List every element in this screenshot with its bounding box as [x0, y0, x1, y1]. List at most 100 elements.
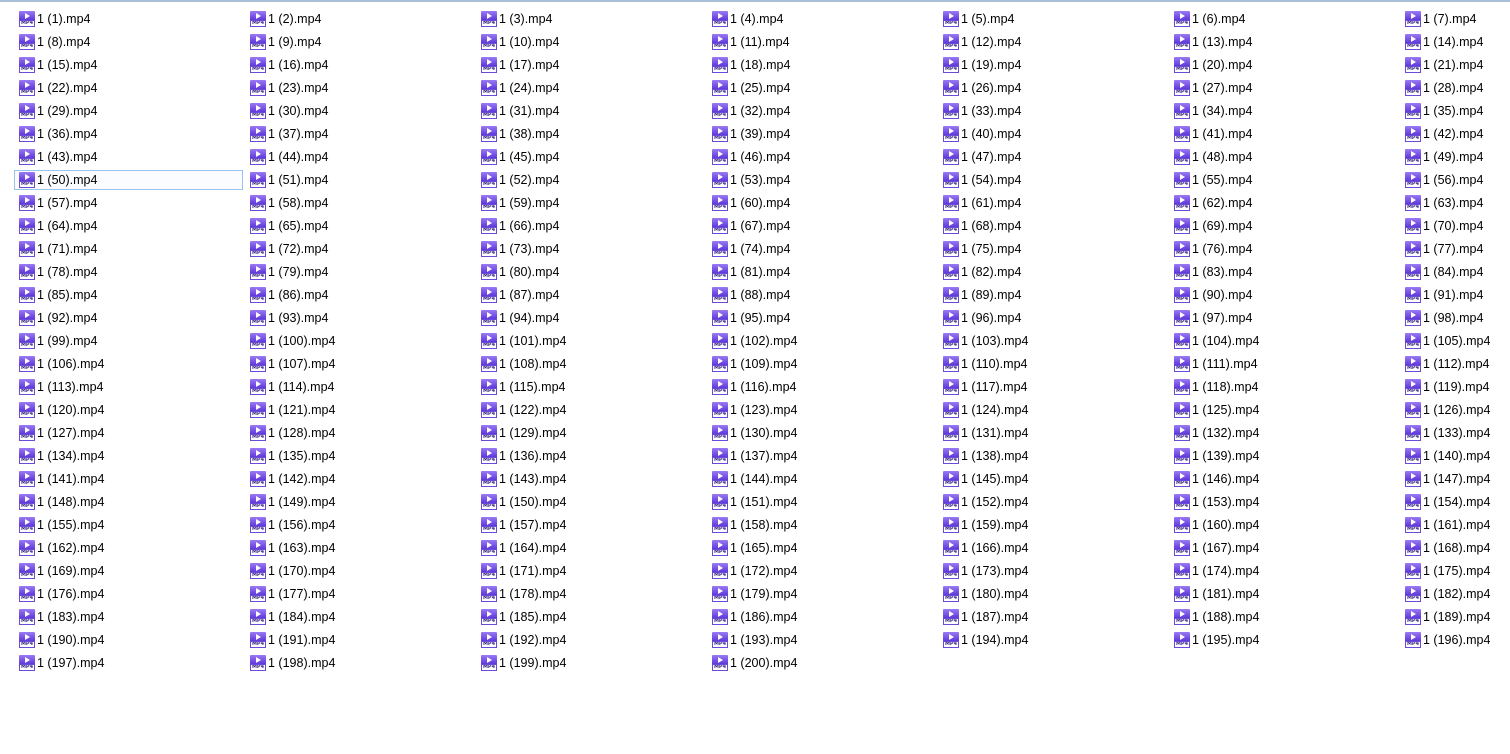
- file-item[interactable]: MP4 1 (109).mp4: [707, 354, 936, 374]
- file-item[interactable]: MP4 1 (133).mp4: [1400, 423, 1510, 443]
- file-item[interactable]: MP4 1 (41).mp4: [1169, 124, 1398, 144]
- file-item[interactable]: MP4 1 (79).mp4: [245, 262, 474, 282]
- file-item[interactable]: MP4 1 (82).mp4: [938, 262, 1167, 282]
- file-item[interactable]: MP4 1 (137).mp4: [707, 446, 936, 466]
- file-item[interactable]: MP4 1 (156).mp4: [245, 515, 474, 535]
- file-item[interactable]: MP4 1 (81).mp4: [707, 262, 936, 282]
- file-item[interactable]: MP4 1 (112).mp4: [1400, 354, 1510, 374]
- file-item[interactable]: MP4 1 (118).mp4: [1169, 377, 1398, 397]
- file-item[interactable]: MP4 1 (67).mp4: [707, 216, 936, 236]
- file-item[interactable]: MP4 1 (19).mp4: [938, 55, 1167, 75]
- file-item[interactable]: MP4 1 (131).mp4: [938, 423, 1167, 443]
- file-item[interactable]: MP4 1 (111).mp4: [1169, 354, 1398, 374]
- file-item[interactable]: MP4 1 (24).mp4: [476, 78, 705, 98]
- file-item[interactable]: MP4 1 (200).mp4: [707, 653, 936, 673]
- file-item[interactable]: MP4 1 (57).mp4: [14, 193, 243, 213]
- file-item[interactable]: MP4 1 (171).mp4: [476, 561, 705, 581]
- file-item[interactable]: MP4 1 (66).mp4: [476, 216, 705, 236]
- file-item[interactable]: MP4 1 (179).mp4: [707, 584, 936, 604]
- file-item[interactable]: MP4 1 (46).mp4: [707, 147, 936, 167]
- file-item[interactable]: MP4 1 (88).mp4: [707, 285, 936, 305]
- file-item[interactable]: MP4 1 (168).mp4: [1400, 538, 1510, 558]
- file-item[interactable]: MP4 1 (121).mp4: [245, 400, 474, 420]
- file-item[interactable]: MP4 1 (114).mp4: [245, 377, 474, 397]
- file-item[interactable]: MP4 1 (160).mp4: [1169, 515, 1398, 535]
- file-item[interactable]: MP4 1 (113).mp4: [14, 377, 243, 397]
- file-item[interactable]: MP4 1 (173).mp4: [938, 561, 1167, 581]
- file-item[interactable]: MP4 1 (85).mp4: [14, 285, 243, 305]
- file-item[interactable]: MP4 1 (45).mp4: [476, 147, 705, 167]
- file-item[interactable]: MP4 1 (48).mp4: [1169, 147, 1398, 167]
- file-item[interactable]: MP4 1 (53).mp4: [707, 170, 936, 190]
- file-item[interactable]: MP4 1 (36).mp4: [14, 124, 243, 144]
- file-item[interactable]: MP4 1 (174).mp4: [1169, 561, 1398, 581]
- file-item[interactable]: MP4 1 (80).mp4: [476, 262, 705, 282]
- file-item[interactable]: MP4 1 (150).mp4: [476, 492, 705, 512]
- file-item[interactable]: MP4 1 (35).mp4: [1400, 101, 1510, 121]
- file-item[interactable]: MP4 1 (40).mp4: [938, 124, 1167, 144]
- file-item[interactable]: MP4 1 (140).mp4: [1400, 446, 1510, 466]
- file-item[interactable]: MP4 1 (196).mp4: [1400, 630, 1510, 650]
- file-item[interactable]: MP4 1 (167).mp4: [1169, 538, 1398, 558]
- file-item[interactable]: MP4 1 (165).mp4: [707, 538, 936, 558]
- file-item[interactable]: MP4 1 (50).mp4: [14, 170, 243, 190]
- file-item[interactable]: MP4 1 (143).mp4: [476, 469, 705, 489]
- file-item[interactable]: MP4 1 (51).mp4: [245, 170, 474, 190]
- file-item[interactable]: MP4 1 (107).mp4: [245, 354, 474, 374]
- file-item[interactable]: MP4 1 (142).mp4: [245, 469, 474, 489]
- file-item[interactable]: MP4 1 (115).mp4: [476, 377, 705, 397]
- file-item[interactable]: MP4 1 (13).mp4: [1169, 32, 1398, 52]
- file-item[interactable]: MP4 1 (189).mp4: [1400, 607, 1510, 627]
- file-item[interactable]: MP4 1 (187).mp4: [938, 607, 1167, 627]
- file-item[interactable]: MP4 1 (144).mp4: [707, 469, 936, 489]
- file-item[interactable]: MP4 1 (89).mp4: [938, 285, 1167, 305]
- file-item[interactable]: MP4 1 (93).mp4: [245, 308, 474, 328]
- file-item[interactable]: MP4 1 (72).mp4: [245, 239, 474, 259]
- file-item[interactable]: MP4 1 (157).mp4: [476, 515, 705, 535]
- file-item[interactable]: MP4 1 (28).mp4: [1400, 78, 1510, 98]
- file-item[interactable]: MP4 1 (175).mp4: [1400, 561, 1510, 581]
- file-item[interactable]: MP4 1 (163).mp4: [245, 538, 474, 558]
- file-item[interactable]: MP4 1 (122).mp4: [476, 400, 705, 420]
- file-item[interactable]: MP4 1 (127).mp4: [14, 423, 243, 443]
- file-item[interactable]: MP4 1 (98).mp4: [1400, 308, 1510, 328]
- file-item[interactable]: MP4 1 (95).mp4: [707, 308, 936, 328]
- file-item[interactable]: MP4 1 (25).mp4: [707, 78, 936, 98]
- file-item[interactable]: MP4 1 (22).mp4: [14, 78, 243, 98]
- file-item[interactable]: MP4 1 (188).mp4: [1169, 607, 1398, 627]
- file-item[interactable]: MP4 1 (62).mp4: [1169, 193, 1398, 213]
- file-item[interactable]: MP4 1 (37).mp4: [245, 124, 474, 144]
- file-item[interactable]: MP4 1 (94).mp4: [476, 308, 705, 328]
- file-item[interactable]: MP4 1 (23).mp4: [245, 78, 474, 98]
- file-item[interactable]: MP4 1 (14).mp4: [1400, 32, 1510, 52]
- file-item[interactable]: MP4 1 (153).mp4: [1169, 492, 1398, 512]
- file-item[interactable]: MP4 1 (146).mp4: [1169, 469, 1398, 489]
- file-item[interactable]: MP4 1 (180).mp4: [938, 584, 1167, 604]
- file-item[interactable]: MP4 1 (44).mp4: [245, 147, 474, 167]
- file-item[interactable]: MP4 1 (18).mp4: [707, 55, 936, 75]
- file-item[interactable]: MP4 1 (195).mp4: [1169, 630, 1398, 650]
- file-item[interactable]: MP4 1 (119).mp4: [1400, 377, 1510, 397]
- file-item[interactable]: MP4 1 (166).mp4: [938, 538, 1167, 558]
- file-item[interactable]: MP4 1 (26).mp4: [938, 78, 1167, 98]
- file-item[interactable]: MP4 1 (198).mp4: [245, 653, 474, 673]
- file-item[interactable]: MP4 1 (169).mp4: [14, 561, 243, 581]
- file-item[interactable]: MP4 1 (30).mp4: [245, 101, 474, 121]
- file-item[interactable]: MP4 1 (110).mp4: [938, 354, 1167, 374]
- file-item[interactable]: MP4 1 (55).mp4: [1169, 170, 1398, 190]
- file-item[interactable]: MP4 1 (116).mp4: [707, 377, 936, 397]
- file-item[interactable]: MP4 1 (164).mp4: [476, 538, 705, 558]
- file-item[interactable]: MP4 1 (61).mp4: [938, 193, 1167, 213]
- file-item[interactable]: MP4 1 (178).mp4: [476, 584, 705, 604]
- file-item[interactable]: MP4 1 (117).mp4: [938, 377, 1167, 397]
- file-item[interactable]: MP4 1 (29).mp4: [14, 101, 243, 121]
- file-item[interactable]: MP4 1 (27).mp4: [1169, 78, 1398, 98]
- file-item[interactable]: MP4 1 (91).mp4: [1400, 285, 1510, 305]
- file-item[interactable]: MP4 1 (134).mp4: [14, 446, 243, 466]
- file-item[interactable]: MP4 1 (172).mp4: [707, 561, 936, 581]
- file-item[interactable]: MP4 1 (12).mp4: [938, 32, 1167, 52]
- file-item[interactable]: MP4 1 (152).mp4: [938, 492, 1167, 512]
- file-item[interactable]: MP4 1 (130).mp4: [707, 423, 936, 443]
- file-item[interactable]: MP4 1 (58).mp4: [245, 193, 474, 213]
- file-item[interactable]: MP4 1 (197).mp4: [14, 653, 243, 673]
